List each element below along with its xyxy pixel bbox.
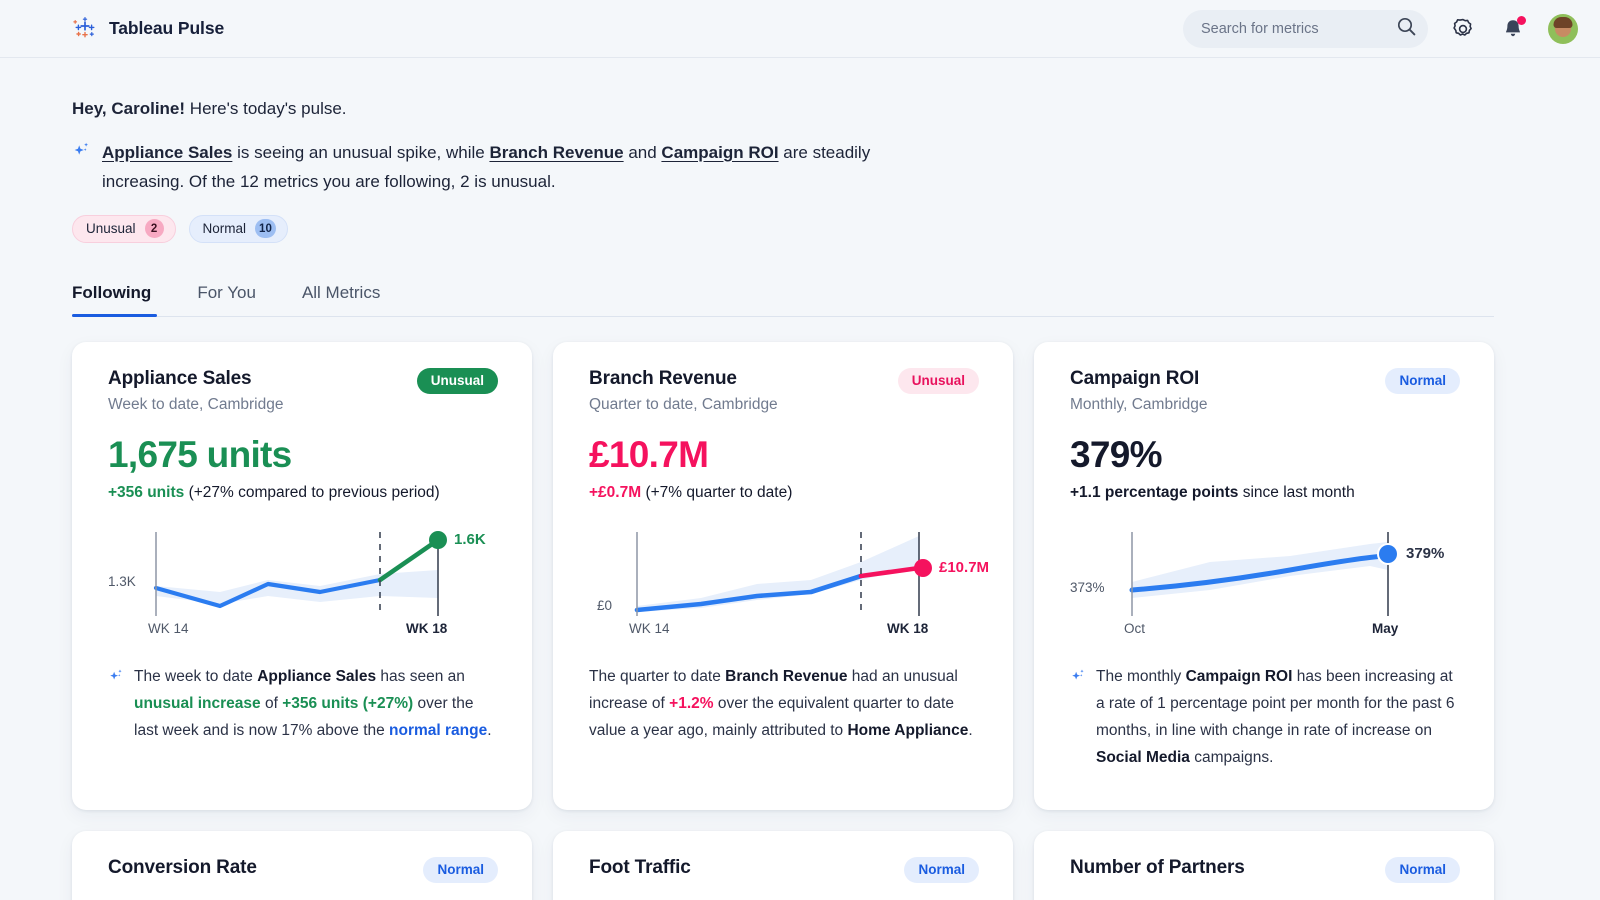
metric-card-number-of-partners[interactable]: Number of Partners Normal: [1034, 830, 1494, 900]
x-axis-end-label: WK 18: [406, 620, 448, 636]
notification-dot: [1517, 15, 1526, 25]
card-title: Foot Traffic: [589, 856, 691, 878]
ai-sparkle-icon: [72, 141, 92, 170]
x-axis-end-label: May: [1372, 620, 1399, 636]
metric-value: 1,675 units: [108, 433, 292, 475]
filter-pill-unusual[interactable]: Unusual 2: [72, 214, 176, 243]
card-insight-text: The monthly Campaign ROI has been increa…: [1096, 667, 1455, 766]
tab-all-metrics[interactable]: All Metrics: [302, 283, 380, 316]
metric-card-campaign-roi[interactable]: Campaign ROI Monthly, Cambridge Normal 3…: [1034, 341, 1494, 810]
y-axis-label: 373%: [1070, 579, 1105, 595]
card-header: Appliance Sales Week to date, Cambridge …: [108, 367, 498, 414]
card-insight-text: The quarter to date Branch Revenue had a…: [589, 667, 973, 739]
filter-pill-unusual-count: 2: [144, 219, 164, 239]
metric-delta-rest: (+7% quarter to date): [645, 483, 793, 501]
brand-name: Tableau Pulse: [109, 18, 225, 38]
search-box[interactable]: [1183, 9, 1428, 48]
greeting-name: Hey, Caroline!: [72, 99, 186, 118]
brand[interactable]: Tableau Pulse: [72, 16, 224, 42]
summary-link-appliance-sales[interactable]: Appliance Sales: [102, 143, 232, 162]
card-insight: The week to date Appliance Sales has see…: [108, 664, 498, 745]
endpoint-value-label: 1.6K: [454, 530, 486, 548]
metric-delta-rest: (+27% compared to previous period): [188, 483, 440, 501]
metric-delta-rest: since last month: [1242, 483, 1355, 501]
card-title: Number of Partners: [1070, 856, 1245, 878]
x-axis-start-label: Oct: [1124, 620, 1146, 636]
status-badge[interactable]: Unusual: [897, 367, 979, 394]
tableau-sparkle-grid-icon: [72, 16, 98, 42]
header-actions: [1183, 9, 1578, 48]
metric-delta-strong: +£0.7M: [589, 483, 642, 501]
status-badge[interactable]: Normal: [423, 856, 498, 883]
greeting-rest: Here's today's pulse.: [185, 99, 347, 118]
card-subtitle: Quarter to date, Cambridge: [589, 395, 778, 413]
metric-sparkline-chart[interactable]: 373% Oct May 379%: [1070, 518, 1460, 642]
filter-pill-normal[interactable]: Normal 10: [188, 214, 288, 243]
filter-pill-normal-count: 10: [255, 219, 276, 239]
card-insight: The monthly Campaign ROI has been increa…: [1070, 664, 1460, 772]
status-badge[interactable]: Unusual: [416, 367, 498, 394]
metric-delta-strong: +356 units: [108, 483, 185, 501]
gear-icon[interactable]: [1448, 14, 1478, 44]
status-badge[interactable]: Normal: [904, 856, 979, 883]
x-axis-end-label: WK 18: [887, 620, 929, 636]
tab-for-you[interactable]: For You: [197, 283, 256, 316]
metric-sparkline-chart[interactable]: £0 WK 14 WK 18 £10.7M: [589, 518, 989, 642]
summary-joiner: and: [623, 142, 662, 162]
metric-sparkline-chart[interactable]: 1.3K WK 14 WK 18 1.6K: [108, 518, 498, 642]
metric-delta: +£0.7M (+7% quarter to date): [589, 484, 979, 502]
card-header: Foot Traffic Normal: [589, 856, 979, 883]
x-axis-start-label: WK 14: [148, 620, 189, 636]
y-axis-label: £0: [597, 597, 613, 613]
search-input[interactable]: [1201, 9, 1388, 48]
card-header: Branch Revenue Quarter to date, Cambridg…: [589, 367, 979, 414]
metric-value: £10.7M: [589, 433, 709, 475]
metric-delta-strong: +1.1 percentage points: [1070, 483, 1239, 501]
card-title: Appliance Sales: [108, 367, 252, 389]
card-title: Campaign ROI: [1070, 367, 1200, 389]
card-subtitle: Monthly, Cambridge: [1070, 395, 1208, 413]
filter-pill-normal-label: Normal: [202, 221, 247, 237]
summary-text-1: is seeing an unusual spike, while: [232, 142, 490, 162]
x-axis-start-label: WK 14: [629, 620, 670, 636]
status-filter-pills: Unusual 2 Normal 10: [72, 214, 1528, 243]
card-header: Conversion Rate Normal: [108, 856, 498, 883]
endpoint-value-label: £10.7M: [939, 558, 990, 576]
metric-delta: +1.1 percentage points since last month: [1070, 484, 1460, 502]
metric-card-grid: Appliance Sales Week to date, Cambridge …: [72, 341, 1528, 810]
card-insight-text: The week to date Appliance Sales has see…: [134, 667, 492, 739]
filter-pill-unusual-label: Unusual: [86, 221, 136, 237]
summary-link-campaign-roi[interactable]: Campaign ROI: [661, 143, 778, 162]
app-header: Tableau Pulse: [0, 0, 1600, 58]
metric-card-branch-revenue[interactable]: Branch Revenue Quarter to date, Cambridg…: [553, 341, 1013, 810]
page-content: Hey, Caroline! Here's today's pulse. App…: [0, 58, 1600, 900]
metric-card-grid-next-row: Conversion Rate Normal Foot Traffic Norm…: [72, 830, 1528, 900]
metric-delta: +356 units (+27% compared to previous pe…: [108, 484, 498, 502]
metric-card-conversion-rate[interactable]: Conversion Rate Normal: [72, 830, 532, 900]
ai-sparkle-icon: [108, 668, 125, 695]
greeting: Hey, Caroline! Here's today's pulse.: [72, 96, 1528, 122]
endpoint-value-label: 379%: [1406, 544, 1445, 562]
card-insight: The quarter to date Branch Revenue had a…: [589, 664, 979, 745]
metric-card-appliance-sales[interactable]: Appliance Sales Week to date, Cambridge …: [72, 341, 532, 810]
tab-following[interactable]: Following: [72, 283, 151, 316]
avatar[interactable]: [1548, 13, 1578, 44]
ai-sparkle-icon: [1070, 668, 1087, 695]
metric-value: 379%: [1070, 433, 1163, 475]
card-header: Number of Partners Normal: [1070, 856, 1460, 883]
card-title: Branch Revenue: [589, 367, 737, 389]
card-title: Conversion Rate: [108, 856, 257, 878]
status-badge[interactable]: Normal: [1385, 367, 1460, 394]
status-badge[interactable]: Normal: [1385, 856, 1460, 883]
pulse-summary: Appliance Sales is seeing an unusual spi…: [72, 138, 952, 196]
search-icon[interactable]: [1396, 16, 1417, 42]
summary-link-branch-revenue[interactable]: Branch Revenue: [489, 143, 623, 162]
y-axis-label: 1.3K: [108, 573, 136, 589]
card-subtitle: Week to date, Cambridge: [108, 395, 284, 413]
tab-bar: Following For You All Metrics: [72, 283, 1494, 317]
card-header: Campaign ROI Monthly, Cambridge Normal: [1070, 367, 1460, 414]
metric-card-foot-traffic[interactable]: Foot Traffic Normal: [553, 830, 1013, 900]
bell-icon[interactable]: [1498, 14, 1528, 44]
